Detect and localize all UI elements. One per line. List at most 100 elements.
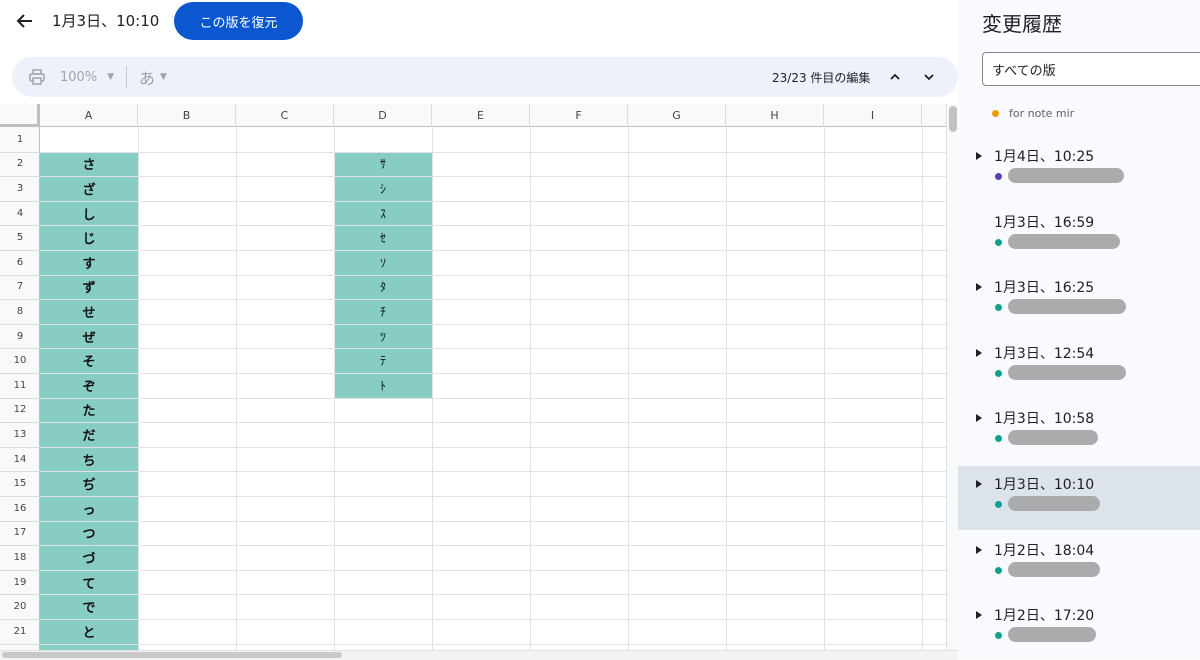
- column-header-i[interactable]: I: [824, 104, 922, 127]
- named-version-item[interactable]: for note mir: [992, 104, 1074, 122]
- cell-a13[interactable]: だ: [40, 422, 138, 447]
- cell-a6[interactable]: す: [40, 250, 138, 275]
- grid-line: [40, 274, 946, 276]
- row-header-18[interactable]: 18: [0, 545, 40, 570]
- redacted-editor-name: [1008, 364, 1126, 380]
- edit-counter: 23/23 件目の編集: [772, 70, 871, 85]
- cell-a12[interactable]: た: [40, 398, 138, 423]
- cell-d8[interactable]: ﾁ: [334, 299, 432, 324]
- top-bar: 1月3日、10:10 この版を復元: [0, 0, 958, 42]
- column-header-g[interactable]: G: [628, 104, 726, 127]
- chevron-up-icon: [890, 73, 900, 80]
- version-item[interactable]: 1月3日、10:58: [958, 400, 1200, 464]
- cell-d11[interactable]: ﾄ: [334, 373, 432, 398]
- row-header-12[interactable]: 12: [0, 398, 40, 423]
- row-header-8[interactable]: 8: [0, 299, 40, 324]
- next-edit-button[interactable]: [922, 57, 936, 97]
- cell-d4[interactable]: ｽ: [334, 201, 432, 226]
- cell-a4[interactable]: し: [40, 201, 138, 226]
- row-header-10[interactable]: 10: [0, 348, 40, 373]
- cell-a3[interactable]: ざ: [40, 176, 138, 201]
- row-header-19[interactable]: 19: [0, 570, 40, 595]
- cell-a11[interactable]: ぞ: [40, 373, 138, 398]
- grid-line: [40, 299, 946, 301]
- cell-d5[interactable]: ｾ: [334, 225, 432, 250]
- cell-d9[interactable]: ﾂ: [334, 324, 432, 349]
- version-item[interactable]: 1月2日、17:20: [958, 597, 1200, 659]
- expand-caret-icon[interactable]: [976, 611, 982, 620]
- grid-line: [922, 127, 923, 650]
- row-header-1[interactable]: 1: [0, 127, 40, 152]
- cell-a19[interactable]: て: [40, 570, 138, 595]
- column-header-e[interactable]: E: [432, 104, 530, 127]
- row-header-4[interactable]: 4: [0, 201, 40, 226]
- back-arrow-icon[interactable]: [12, 8, 38, 34]
- row-header-7[interactable]: 7: [0, 275, 40, 300]
- cell-d7[interactable]: ﾀ: [334, 275, 432, 300]
- cell-d6[interactable]: ｿ: [334, 250, 432, 275]
- expand-caret-icon[interactable]: [976, 283, 982, 292]
- cell-a21[interactable]: と: [40, 619, 138, 644]
- scrollbar-thumb[interactable]: [2, 652, 342, 658]
- column-header-h[interactable]: H: [726, 104, 824, 127]
- cell-a16[interactable]: っ: [40, 496, 138, 521]
- version-item[interactable]: 1月2日、18:04: [958, 532, 1200, 596]
- previous-edit-button[interactable]: [888, 57, 902, 97]
- cell-a5[interactable]: じ: [40, 225, 138, 250]
- select-all-corner[interactable]: [0, 104, 40, 127]
- scrollbar-thumb[interactable]: [949, 106, 957, 132]
- cell-d10[interactable]: ﾃ: [334, 348, 432, 373]
- expand-caret-icon[interactable]: [976, 348, 982, 357]
- expand-caret-icon[interactable]: [976, 480, 982, 488]
- cell-a17[interactable]: つ: [40, 521, 138, 546]
- row-header-20[interactable]: 20: [0, 594, 40, 619]
- cell-a2[interactable]: さ: [40, 152, 138, 177]
- expand-caret-icon[interactable]: [976, 545, 982, 554]
- cell-a14[interactable]: ち: [40, 447, 138, 472]
- row-header-5[interactable]: 5: [0, 225, 40, 250]
- row-header-15[interactable]: 15: [0, 471, 40, 496]
- version-item[interactable]: 1月3日、16:25: [958, 269, 1200, 333]
- column-header-b[interactable]: B: [138, 104, 236, 127]
- version-item[interactable]: 1月4日、10:25: [958, 138, 1200, 202]
- redacted-editor-name: [1008, 168, 1124, 183]
- row-header-17[interactable]: 17: [0, 521, 40, 546]
- column-header-d[interactable]: D: [334, 104, 432, 127]
- panel-title: 変更履歴: [982, 12, 1062, 36]
- spreadsheet-grid[interactable]: A B C D E F G H I 1 2 3 4 5 6 7 8 9 10 11 12 13 14 15 16 17 18 19 20…: [0, 104, 946, 650]
- row-header-16[interactable]: 16: [0, 496, 40, 521]
- row-header-9[interactable]: 9: [0, 324, 40, 349]
- column-header-c[interactable]: C: [236, 104, 334, 127]
- cell-a20[interactable]: で: [40, 594, 138, 619]
- row-header-2[interactable]: 2: [0, 152, 40, 177]
- version-filter-select[interactable]: すべての版: [982, 52, 1200, 86]
- column-header-f[interactable]: F: [530, 104, 628, 127]
- row-header-14[interactable]: 14: [0, 447, 40, 472]
- cell-a7[interactable]: ず: [40, 275, 138, 300]
- cell-a8[interactable]: せ: [40, 299, 138, 324]
- version-item[interactable]: 1月3日、10:10: [958, 466, 1200, 530]
- cell-d2[interactable]: ｻ: [334, 152, 432, 177]
- row-header-13[interactable]: 13: [0, 422, 40, 447]
- cell-a18[interactable]: づ: [40, 545, 138, 570]
- version-item[interactable]: 1月3日、16:59: [958, 204, 1200, 268]
- restore-version-button[interactable]: この版を復元: [174, 2, 303, 40]
- cell-a9[interactable]: ぜ: [40, 324, 138, 349]
- row-header-11[interactable]: 11: [0, 373, 40, 398]
- column-header-a[interactable]: A: [40, 104, 138, 127]
- editor-color-dot: [995, 173, 1002, 180]
- cell-a10[interactable]: そ: [40, 348, 138, 373]
- input-tools-select[interactable]: あ ▼: [139, 57, 167, 97]
- expand-caret-icon[interactable]: [976, 152, 982, 160]
- row-header-6[interactable]: 6: [0, 250, 40, 275]
- cell-a15[interactable]: ぢ: [40, 471, 138, 496]
- version-date: 1月3日、10:10: [994, 477, 1095, 493]
- chevron-down-icon: ▼: [107, 72, 115, 82]
- cell-d3[interactable]: ｼ: [334, 176, 432, 201]
- row-header-3[interactable]: 3: [0, 176, 40, 201]
- expand-caret-icon[interactable]: [976, 414, 982, 423]
- print-icon[interactable]: [28, 57, 46, 97]
- row-header-21[interactable]: 21: [0, 619, 40, 644]
- version-item[interactable]: 1月3日、12:54: [958, 335, 1200, 399]
- zoom-select[interactable]: 100% ▼: [60, 57, 114, 97]
